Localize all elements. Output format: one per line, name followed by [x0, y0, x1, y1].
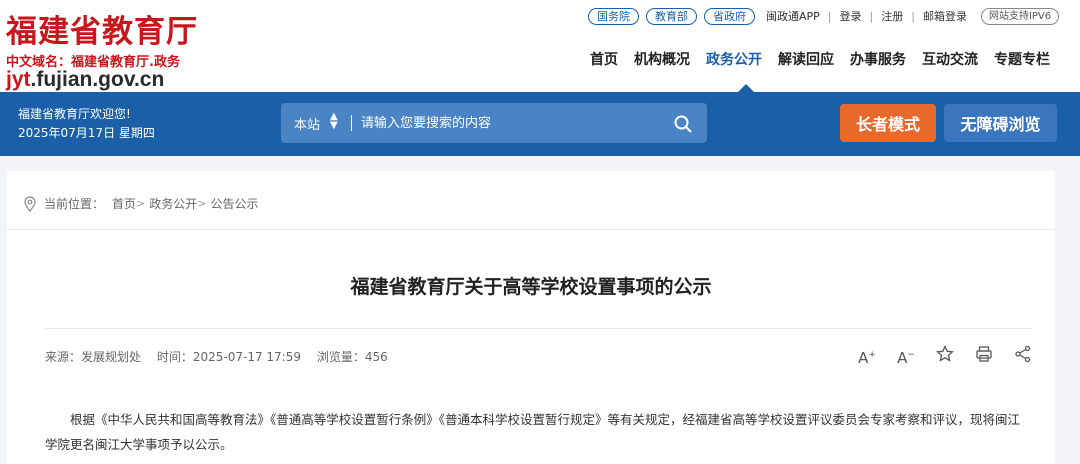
breadcrumb-separator: > — [197, 197, 207, 210]
breadcrumb-gov-affairs[interactable]: 政务公开 — [149, 195, 197, 212]
logo-url-rest: .fujian.gov.cn — [30, 68, 165, 91]
font-decrease-icon[interactable]: A− — [896, 345, 916, 367]
search-input[interactable] — [361, 111, 661, 135]
nav-gov-affairs[interactable]: 政务公开 — [706, 50, 762, 70]
font-increase-icon[interactable]: A+ — [857, 345, 877, 367]
search-box: 本站 ▲ ▼ — [281, 103, 707, 143]
article-views: 浏览量：456 — [316, 350, 388, 364]
link-state-council[interactable]: 国务院 — [588, 7, 639, 25]
logo-url: jyt.fujian.gov.cn — [6, 68, 164, 92]
link-ministry-education[interactable]: 教育部 — [646, 7, 697, 25]
welcome-text: 福建省教育厅欢迎您! — [18, 107, 131, 121]
nav-interaction[interactable]: 互动交流 — [922, 50, 978, 70]
nav-topics[interactable]: 专题专栏 — [994, 50, 1050, 70]
divider — [7, 229, 1055, 230]
nav-home[interactable]: 首页 — [590, 50, 618, 70]
main-nav: 首页 机构概况 政务公开 解读回应 办事服务 互动交流 专题专栏 — [590, 50, 1066, 70]
article-title: 福建省教育厅关于高等学校设置事项的公示 — [350, 276, 712, 298]
share-icon[interactable] — [1013, 345, 1033, 365]
divider — [45, 328, 1031, 329]
nav-services[interactable]: 办事服务 — [850, 50, 906, 70]
location-pin-icon — [24, 195, 36, 212]
link-provincial-gov[interactable]: 省政府 — [704, 7, 755, 25]
breadcrumb-home[interactable]: 首页 — [112, 195, 136, 212]
star-icon[interactable] — [935, 344, 955, 365]
article-source: 来源：发展规划处 — [45, 350, 142, 364]
breadcrumb-separator: > — [136, 197, 146, 210]
updown-arrow-icon[interactable]: ▲ ▼ — [330, 112, 338, 131]
elder-mode-button[interactable]: 长者模式 — [840, 104, 936, 142]
separator: | — [827, 9, 832, 23]
current-date: 2025年07月17日 星期四 — [18, 126, 155, 140]
welcome-block: 福建省教育厅欢迎您! 2025年07月17日 星期四 — [18, 105, 155, 143]
nav-interpretation[interactable]: 解读回应 — [778, 50, 834, 70]
link-mzt-app[interactable]: 闽政通APP — [766, 8, 820, 24]
article-meta: 来源：发展规划处 时间：2025-07-17 17:59 浏览量：456 — [45, 348, 400, 365]
article-tools: A+ A− — [857, 344, 1052, 367]
article-time: 时间：2025-07-17 17:59 — [156, 350, 301, 364]
breadcrumb: 当前位置： 首页 > 政务公开 > 公告公示 — [23, 195, 259, 212]
article-body: 根据《中华人民共和国高等教育法》《普通高等学校设置暂行条例》《普通本科学校设置暂… — [45, 412, 1021, 452]
link-login[interactable]: 登录 — [840, 8, 862, 24]
accessible-browse-button[interactable]: 无障碍浏览 — [944, 104, 1057, 142]
site-header: 福建省教育厅 中文域名：福建省教育厅.政务 jyt.fujian.gov.cn … — [0, 0, 1080, 92]
link-mail-login[interactable]: 邮箱登录 — [923, 8, 967, 24]
breadcrumb-label: 当前位置： — [44, 197, 105, 211]
top-links: 国务院 教育部 省政府 闽政通APP | 登录 | 注册 | 邮箱登录 网站支持… — [588, 7, 1060, 25]
search-divider — [351, 115, 352, 131]
utility-bar: 福建省教育厅欢迎您! 2025年07月17日 星期四 本站 ▲▼ 长者模式 无障… — [0, 92, 1080, 156]
search-icon[interactable] — [673, 114, 693, 134]
logo-title: 福建省教育厅 — [6, 14, 198, 50]
nav-active-indicator — [738, 84, 754, 92]
print-icon[interactable] — [974, 345, 994, 365]
breadcrumb-announcements[interactable]: 公告公示 — [210, 195, 258, 212]
separator: | — [869, 9, 874, 23]
separator: | — [911, 9, 915, 23]
site-logo[interactable]: 福建省教育厅 中文域名：福建省教育厅.政务 jyt.fujian.gov.cn — [6, 6, 266, 92]
search-scope-select[interactable]: 本站 — [294, 114, 320, 133]
nav-about[interactable]: 机构概况 — [634, 50, 690, 70]
ipv6-badge: 网站支持IPV6 — [980, 7, 1060, 25]
link-register[interactable]: 注册 — [881, 8, 903, 24]
article-panel: 当前位置： 首页 > 政务公开 > 公告公示 福建省教育厅关于高等学校设置事项的… — [7, 171, 1055, 464]
logo-url-prefix: jyt — [6, 68, 31, 91]
